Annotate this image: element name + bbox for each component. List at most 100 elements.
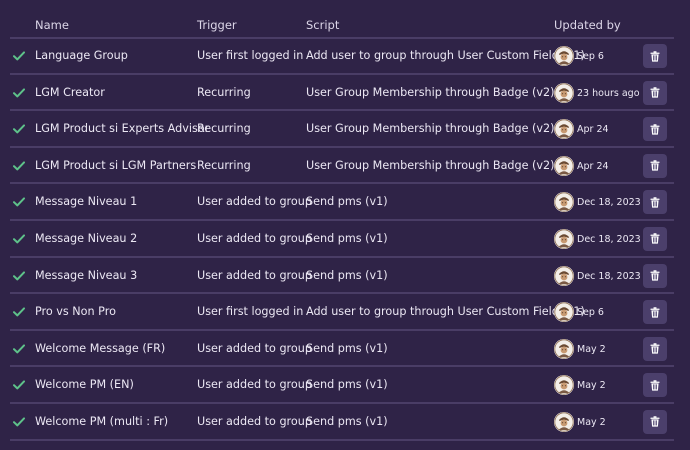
- updated-date: Apr 24: [577, 160, 609, 172]
- avatar[interactable]: [554, 411, 574, 432]
- trash-icon: [650, 50, 660, 62]
- script-label: User Group Membership through Badge (v2): [306, 158, 555, 172]
- table-row[interactable]: Pro vs Non Pro User first logged in Add …: [0, 294, 690, 331]
- trigger-label: User added to group: [197, 414, 312, 428]
- trigger-label: User added to group: [197, 268, 312, 282]
- user-avatar-icon: [554, 192, 574, 213]
- automation-name-link[interactable]: LGM Creator: [35, 86, 105, 100]
- updated-date: May 2: [577, 380, 606, 392]
- script-label: User Group Membership through Badge (v2): [306, 85, 555, 99]
- column-header-script[interactable]: Script: [306, 18, 339, 32]
- user-avatar-icon: [554, 228, 574, 249]
- table-row[interactable]: LGM Product si Experts Advisor Recurring…: [0, 111, 690, 148]
- trigger-label: User added to group: [197, 378, 312, 392]
- avatar[interactable]: [554, 119, 574, 140]
- avatar[interactable]: [554, 82, 574, 103]
- trash-icon: [650, 380, 660, 391]
- delete-button[interactable]: [643, 409, 667, 434]
- avatar[interactable]: [554, 338, 574, 359]
- delete-button[interactable]: [643, 263, 667, 288]
- script-label: Send pms (v1): [306, 231, 388, 245]
- trigger-label: User added to group: [197, 195, 312, 209]
- automation-name-link[interactable]: Message Niveau 3: [35, 269, 137, 283]
- trigger-label: Recurring: [197, 85, 251, 99]
- check-icon: [13, 197, 25, 207]
- delete-button[interactable]: [643, 190, 667, 215]
- column-header-updated-by[interactable]: Updated by: [554, 18, 621, 32]
- avatar[interactable]: [554, 192, 574, 213]
- delete-button[interactable]: [643, 300, 667, 325]
- updated-date: Apr 24: [577, 124, 609, 136]
- automation-name-link[interactable]: LGM Product si Experts Advisor: [35, 122, 209, 136]
- automation-name-link[interactable]: Pro vs Non Pro: [35, 305, 116, 319]
- table-row[interactable]: Welcome Message (FR) User added to group…: [0, 331, 690, 368]
- updated-date: May 2: [577, 343, 606, 355]
- avatar[interactable]: [554, 46, 574, 66]
- automations-table: Name Trigger Script Updated by Language …: [0, 0, 690, 450]
- user-avatar-icon: [554, 46, 574, 66]
- automation-name-link[interactable]: LGM Product si LGM Partners: [35, 159, 196, 173]
- script-label: Send pms (v1): [306, 268, 388, 282]
- table-row[interactable]: Language Group User first logged in Add …: [0, 37, 690, 75]
- delete-button[interactable]: [643, 226, 667, 251]
- table-row[interactable]: Welcome PM (EN) User added to group Send…: [0, 367, 690, 404]
- table-row[interactable]: Welcome PM (multi : Fr) User added to gr…: [0, 404, 690, 441]
- updated-date: Dec 18, 2023: [577, 197, 641, 209]
- trigger-label: User first logged in: [197, 49, 304, 62]
- script-label: User Group Membership through Badge (v2): [306, 122, 555, 136]
- column-header-trigger[interactable]: Trigger: [197, 18, 237, 32]
- automation-name-link[interactable]: Welcome PM (EN): [35, 378, 134, 392]
- updated-date: May 2: [577, 416, 606, 428]
- avatar[interactable]: [554, 265, 574, 286]
- avatar[interactable]: [554, 228, 574, 249]
- check-icon: [13, 417, 25, 427]
- avatar[interactable]: [554, 302, 574, 323]
- delete-button[interactable]: [643, 117, 667, 142]
- table-row[interactable]: LGM Product si LGM Partners Recurring Us…: [0, 148, 690, 185]
- check-icon: [13, 307, 25, 317]
- user-avatar-icon: [554, 338, 574, 359]
- trash-icon: [650, 197, 660, 208]
- column-header-name[interactable]: Name: [35, 18, 69, 32]
- trash-icon: [650, 123, 660, 135]
- automation-name-link[interactable]: Message Niveau 1: [35, 195, 137, 209]
- trash-icon: [650, 233, 660, 245]
- updated-date: Sep 6: [577, 51, 604, 62]
- updated-date: Sep 6: [577, 307, 604, 319]
- user-avatar-icon: [554, 155, 574, 176]
- table-row[interactable]: LGM Creator Recurring User Group Members…: [0, 75, 690, 112]
- table-row[interactable]: Message Niveau 2 User added to group Sen…: [0, 221, 690, 258]
- avatar[interactable]: [554, 375, 574, 396]
- table-body: Language Group User first logged in Add …: [0, 37, 690, 441]
- automation-name-link[interactable]: Welcome PM (multi : Fr): [35, 415, 168, 429]
- automation-name-link[interactable]: Language Group: [35, 49, 128, 63]
- check-icon: [13, 161, 25, 171]
- check-icon: [13, 380, 25, 390]
- delete-button[interactable]: [643, 44, 667, 68]
- trash-icon: [650, 343, 660, 354]
- table-row[interactable]: Message Niveau 1 User added to group Sen…: [0, 184, 690, 221]
- user-avatar-icon: [554, 119, 574, 140]
- delete-button[interactable]: [643, 373, 667, 398]
- trash-icon: [650, 416, 660, 428]
- delete-button[interactable]: [643, 80, 667, 105]
- avatar[interactable]: [554, 155, 574, 176]
- script-label: Send pms (v1): [306, 378, 388, 392]
- trash-icon: [650, 87, 660, 98]
- check-icon: [13, 234, 25, 244]
- user-avatar-icon: [554, 375, 574, 396]
- delete-button[interactable]: [643, 336, 667, 361]
- user-avatar-icon: [554, 265, 574, 286]
- table-row[interactable]: Message Niveau 3 User added to group Sen…: [0, 258, 690, 295]
- user-avatar-icon: [554, 82, 574, 103]
- delete-button[interactable]: [643, 153, 667, 178]
- trigger-label: User added to group: [197, 341, 312, 355]
- script-label: Add user to group through User Custom Fi…: [306, 49, 585, 62]
- trigger-label: User first logged in: [197, 305, 304, 319]
- automation-name-link[interactable]: Message Niveau 2: [35, 232, 137, 246]
- user-avatar-icon: [554, 411, 574, 432]
- updated-date: 23 hours ago: [577, 87, 640, 99]
- script-label: Send pms (v1): [306, 195, 388, 209]
- script-label: Add user to group through User Custom Fi…: [306, 305, 585, 319]
- automation-name-link[interactable]: Welcome Message (FR): [35, 342, 165, 356]
